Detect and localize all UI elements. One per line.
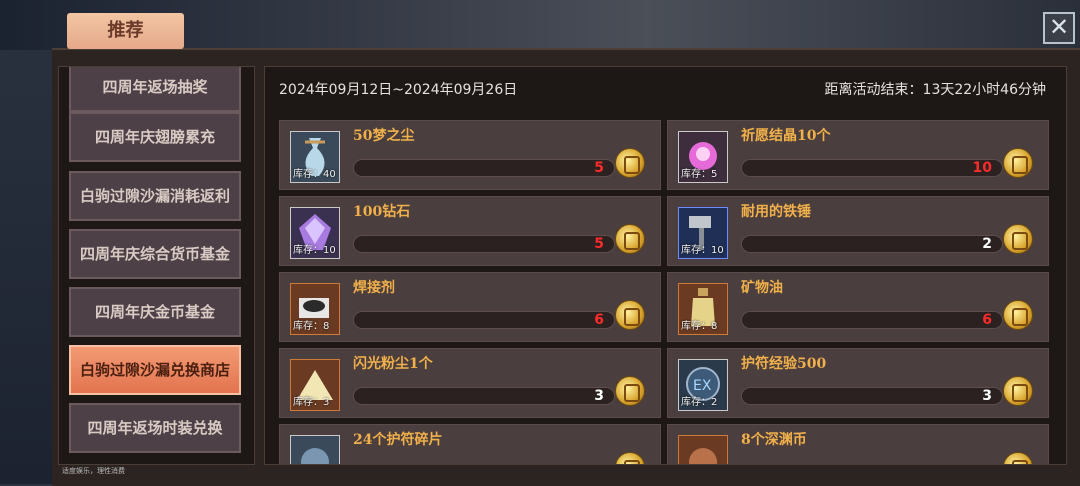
item-name: 100钻石 [353, 204, 411, 220]
close-button[interactable]: ✕ [1043, 12, 1075, 44]
cost-bar: 5 [353, 159, 615, 177]
item-name: 50梦之尘 [353, 128, 415, 144]
shop-item-card[interactable]: 库存：40 50梦之尘 5 [279, 120, 661, 190]
cost-bar: 3 [741, 387, 1003, 405]
purple-diamond-icon: 库存：10 [290, 207, 340, 259]
stock-count: 库存：40 [293, 169, 336, 180]
shop-item-card[interactable]: 库存：10 100钻石 5 [279, 196, 661, 266]
item-name: 焊接剂 [353, 280, 395, 296]
cost-bar: 6 [353, 311, 615, 329]
cost-bar: 10 [741, 159, 1003, 177]
stock-count: 库存：8 [681, 321, 718, 332]
hourglass-coin-icon[interactable] [1003, 224, 1033, 254]
stock-count: 库存：8 [293, 321, 330, 332]
hourglass-coin-icon[interactable] [615, 300, 645, 330]
footer-note: 适度娱乐，理性消费 [62, 467, 125, 475]
stock-count: 库存：10 [293, 245, 336, 256]
shop-item-card[interactable]: EX 库存：2 护符经验500 3 [667, 348, 1049, 418]
sidebar-item-currency-fund[interactable]: 四周年庆综合货币基金 [69, 229, 241, 279]
shop-item-card[interactable]: 库存：8 焊接剂 6 [279, 272, 661, 342]
cost-value: 10 [972, 160, 992, 176]
cost-bar: 3 [353, 387, 615, 405]
glitter-dust-icon: 库存：3 [290, 359, 340, 411]
item-name: 24个护符碎片 [353, 432, 443, 448]
hourglass-coin-icon[interactable] [615, 376, 645, 406]
sidebar-item-hourglass-rebate[interactable]: 白驹过隙沙漏消耗返利 [69, 171, 241, 221]
cost-value: 3 [982, 388, 992, 404]
cost-bar: 5 [353, 235, 615, 253]
pink-crystal-icon: 库存：5 [678, 131, 728, 183]
item-name: 闪光粉尘1个 [353, 356, 433, 372]
stock-count: 库存：5 [681, 169, 718, 180]
item-name: 8个深渊币 [741, 432, 807, 448]
shop-item-card[interactable]: 库存：3 闪光粉尘1个 3 [279, 348, 661, 418]
sidebar-item-gold-fund[interactable]: 四周年庆金币基金 [69, 287, 241, 337]
cost-bar: 2 [741, 235, 1003, 253]
shop-item-card[interactable]: 24个护符碎片 [279, 424, 661, 464]
sidebar-item-wings-recharge[interactable]: 四周年庆翅膀累充 [69, 112, 241, 162]
hourglass-coin-icon[interactable] [1003, 148, 1033, 178]
shop-panel: 2024年09月12日~2024年09月26日 距离活动结束：13天22小时46… [264, 66, 1067, 465]
stock-count: 库存：3 [293, 397, 330, 408]
sidebar: 四周年返场抽奖 四周年庆翅膀累充 白驹过隙沙漏消耗返利 四周年庆综合货币基金 四… [58, 66, 255, 465]
hourglass-coin-icon[interactable] [615, 148, 645, 178]
hourglass-coin-icon[interactable] [615, 452, 645, 464]
ex-charm-icon: EX 库存：2 [678, 359, 728, 411]
hourglass-coin-icon[interactable] [1003, 300, 1033, 330]
abyss-coin-icon [678, 435, 728, 464]
charm-shard-icon [290, 435, 340, 464]
dust-pouch-icon: 库存：40 [290, 131, 340, 183]
hammer-icon: 库存：10 [678, 207, 728, 259]
shop-item-card[interactable]: 8个深渊币 [667, 424, 1049, 464]
item-name: 耐用的铁锤 [741, 204, 811, 220]
hourglass-coin-icon[interactable] [1003, 376, 1033, 406]
shop-item-card[interactable]: 库存：10 耐用的铁锤 2 [667, 196, 1049, 266]
hourglass-coin-icon[interactable] [1003, 452, 1033, 464]
welding-agent-icon: 库存：8 [290, 283, 340, 335]
cost-bar: 6 [741, 311, 1003, 329]
shop-item-card[interactable]: 库存：8 矿物油 6 [667, 272, 1049, 342]
mineral-oil-icon: 库存：8 [678, 283, 728, 335]
cost-value: 6 [594, 312, 604, 328]
stock-count: 库存：10 [681, 245, 724, 256]
close-icon: ✕ [1048, 13, 1070, 41]
cost-value: 6 [982, 312, 992, 328]
cost-value: 2 [982, 236, 992, 252]
svg-text:EX: EX [693, 378, 712, 394]
cost-value: 5 [594, 160, 604, 176]
cost-value: 5 [594, 236, 604, 252]
cost-value: 3 [594, 388, 604, 404]
item-name: 祈愿结晶10个 [741, 128, 831, 144]
sidebar-item-hourglass-shop[interactable]: 白驹过隙沙漏兑换商店 [69, 345, 241, 395]
sidebar-item-anniversary-lottery[interactable]: 四周年返场抽奖 [69, 67, 241, 112]
sidebar-item-fashion-exchange[interactable]: 四周年返场时装兑换 [69, 403, 241, 453]
item-name: 护符经验500 [741, 356, 827, 372]
stock-count: 库存：2 [681, 397, 718, 408]
hourglass-coin-icon[interactable] [615, 224, 645, 254]
item-name: 矿物油 [741, 280, 783, 296]
event-date-range: 2024年09月12日~2024年09月26日 [279, 82, 518, 98]
shop-item-card[interactable]: 库存：5 祈愿结晶10个 10 [667, 120, 1049, 190]
event-countdown: 距离活动结束：13天22小时46分钟 [824, 82, 1046, 98]
tab-recommended[interactable]: 推荐 [67, 13, 184, 49]
